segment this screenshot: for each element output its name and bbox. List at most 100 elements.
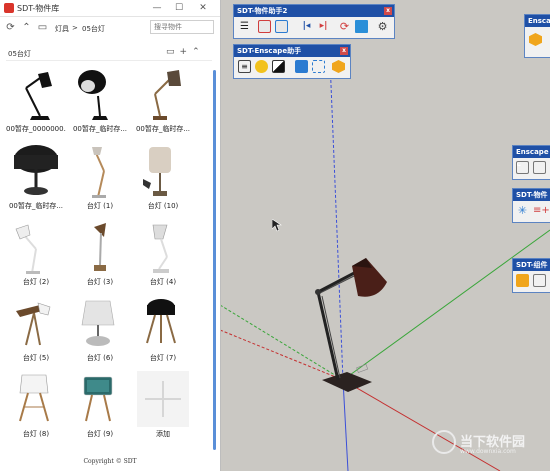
search-input[interactable]: [150, 20, 214, 34]
library-item[interactable]: 台灯 (6): [70, 295, 130, 367]
object-helper-title[interactable]: SDT-物件助手2 x: [234, 5, 394, 17]
library-item[interactable]: 00暂存_临时存...: [70, 66, 130, 138]
close-button[interactable]: ✕: [194, 1, 212, 15]
sdt-object-toolbar[interactable]: SDT-物件 ✳ ≡+: [512, 188, 550, 223]
item-label: 台灯 (5): [22, 354, 50, 362]
library-item[interactable]: 台灯 (9): [70, 371, 130, 443]
hexagon-icon[interactable]: [332, 60, 345, 73]
enscape-capture-toolbar[interactable]: Enscape C: [512, 145, 550, 180]
last-icon[interactable]: ▸|: [317, 20, 330, 33]
contrast-icon[interactable]: [272, 60, 285, 73]
library-item[interactable]: 00暂存_临时存...: [6, 143, 66, 215]
list-icon[interactable]: ☰: [238, 20, 251, 33]
scrollbar[interactable]: [213, 70, 216, 450]
breadcrumb-item-desk-lamp[interactable]: 05台灯: [82, 24, 105, 34]
collapse-icon[interactable]: ⌃: [21, 22, 32, 33]
blue-axis-down: [342, 379, 349, 471]
item-label: 台灯 (6): [86, 354, 114, 362]
section-actions: ▭+⌃: [166, 47, 205, 57]
watermark-url: www.downxia.com: [460, 448, 516, 455]
watermark-logo: [432, 430, 456, 454]
library-item[interactable]: 台灯 (10): [133, 143, 193, 215]
enscape-helper-toolbar[interactable]: SDT-Enscape助手 x ≡: [233, 44, 351, 79]
lamp-thumbnail: [15, 224, 40, 274]
group-icon[interactable]: [533, 274, 546, 287]
delete-icon[interactable]: [355, 20, 368, 33]
capture-icon[interactable]: [516, 161, 529, 174]
lamp-thumbnail: [152, 224, 169, 273]
library-item[interactable]: 00暂存_临时存...: [133, 66, 193, 138]
sdt-object-title[interactable]: SDT-物件: [513, 189, 550, 201]
item-label: 台灯 (1): [86, 202, 114, 210]
enscape-title[interactable]: Enscape: [525, 15, 550, 27]
minimize-button[interactable]: —: [148, 1, 166, 15]
add-item-tile[interactable]: 添加: [133, 371, 193, 443]
chevron-up-icon[interactable]: ⌃: [192, 47, 205, 57]
library-item[interactable]: 台灯 (4): [133, 219, 193, 291]
list-icon[interactable]: ≡: [238, 60, 251, 73]
folder-icon[interactable]: ▭: [166, 47, 180, 57]
library-item[interactable]: 台灯 (1): [70, 143, 130, 215]
plus-icon[interactable]: [137, 371, 189, 427]
maximize-button[interactable]: ☐: [170, 1, 188, 15]
window-title: SDT-物件库: [17, 4, 60, 13]
loading-icon[interactable]: ✳: [516, 204, 529, 217]
lamp-thumbnail: [14, 145, 58, 195]
lamp-thumbnail: [92, 147, 106, 198]
refresh-icon[interactable]: ⟳: [5, 22, 16, 33]
item-label: 00暂存_临时存...: [8, 202, 64, 210]
item-label: 00暂存_临时存...: [135, 125, 191, 133]
desk-lamp-model: [315, 258, 387, 392]
library-item[interactable]: 台灯 (3): [70, 219, 130, 291]
close-icon[interactable]: x: [340, 47, 348, 55]
library-item[interactable]: 00暂存_0000000...: [6, 66, 66, 138]
item-label: 00暂存_0000000...: [6, 125, 66, 133]
library-item[interactable]: 台灯 (8): [6, 371, 66, 443]
sdt-group-toolbar[interactable]: SDT-组件: [512, 258, 550, 293]
item-label: 台灯 (3): [86, 278, 114, 286]
lamp-thumbnail: [143, 147, 171, 196]
item-label: 台灯 (7): [149, 354, 177, 362]
library-item[interactable]: 台灯 (2): [6, 219, 66, 291]
fit-icon[interactable]: [312, 60, 325, 73]
enscape-logo-icon[interactable]: [529, 33, 542, 46]
sdt-group-title[interactable]: SDT-组件: [513, 259, 550, 271]
lamp-thumbnail: [81, 300, 115, 346]
lamp-thumbnail: [94, 223, 106, 271]
blue-axis-up: [329, 59, 344, 381]
list-add-icon[interactable]: ≡+: [533, 204, 550, 217]
folder-icon[interactable]: ▭: [37, 22, 48, 33]
gear-icon[interactable]: ⚙: [376, 20, 389, 33]
lamp-thumbnail: [19, 374, 49, 422]
section-title: 05台灯: [8, 50, 31, 58]
library-item[interactable]: 台灯 (5): [6, 295, 66, 367]
enscape-helper-title[interactable]: SDT-Enscape助手 x: [234, 45, 350, 57]
basket-remove-icon[interactable]: [258, 20, 271, 33]
green-axis: [342, 229, 550, 381]
item-label: 台灯 (4): [149, 278, 177, 286]
add-icon[interactable]: +: [180, 47, 193, 57]
rectangle-icon[interactable]: [295, 60, 308, 73]
breadcrumb-item-lighting[interactable]: 灯具: [55, 24, 69, 34]
light-bulb-icon[interactable]: [255, 60, 268, 73]
first-icon[interactable]: |◂: [300, 20, 313, 33]
item-label: 台灯 (9): [86, 430, 114, 438]
refresh-icon[interactable]: ⟳: [338, 20, 351, 33]
copyright-text: Copyright © SDT: [83, 458, 137, 465]
breadcrumb-separator: >: [72, 24, 78, 32]
library-item[interactable]: 台灯 (7): [133, 295, 193, 367]
enscape-toolbar[interactable]: Enscape: [524, 14, 550, 58]
close-icon[interactable]: x: [384, 7, 392, 15]
item-label: 00暂存_临时存...: [72, 125, 128, 133]
divider: [6, 60, 212, 61]
window-titlebar[interactable]: SDT-物件库 — ☐ ✕: [0, 0, 220, 17]
capture-settings-icon[interactable]: [533, 161, 546, 174]
basket-add-icon[interactable]: [275, 20, 288, 33]
object-helper-toolbar[interactable]: SDT-物件助手2 x ☰ |◂ ▸| ⟳ ⚙: [233, 4, 395, 39]
enscape-capture-title[interactable]: Enscape C: [513, 146, 550, 168]
group-arrow-icon[interactable]: [516, 274, 529, 287]
item-label: 台灯 (8): [22, 430, 50, 438]
item-label: 添加: [156, 430, 170, 438]
object-library-panel: SDT-物件库 — ☐ ✕ ⟳ ⌃ ▭ 灯具 > 05台灯 05台灯 ▭+⌃ 0…: [0, 0, 221, 471]
lamp-thumbnail: [153, 70, 181, 120]
